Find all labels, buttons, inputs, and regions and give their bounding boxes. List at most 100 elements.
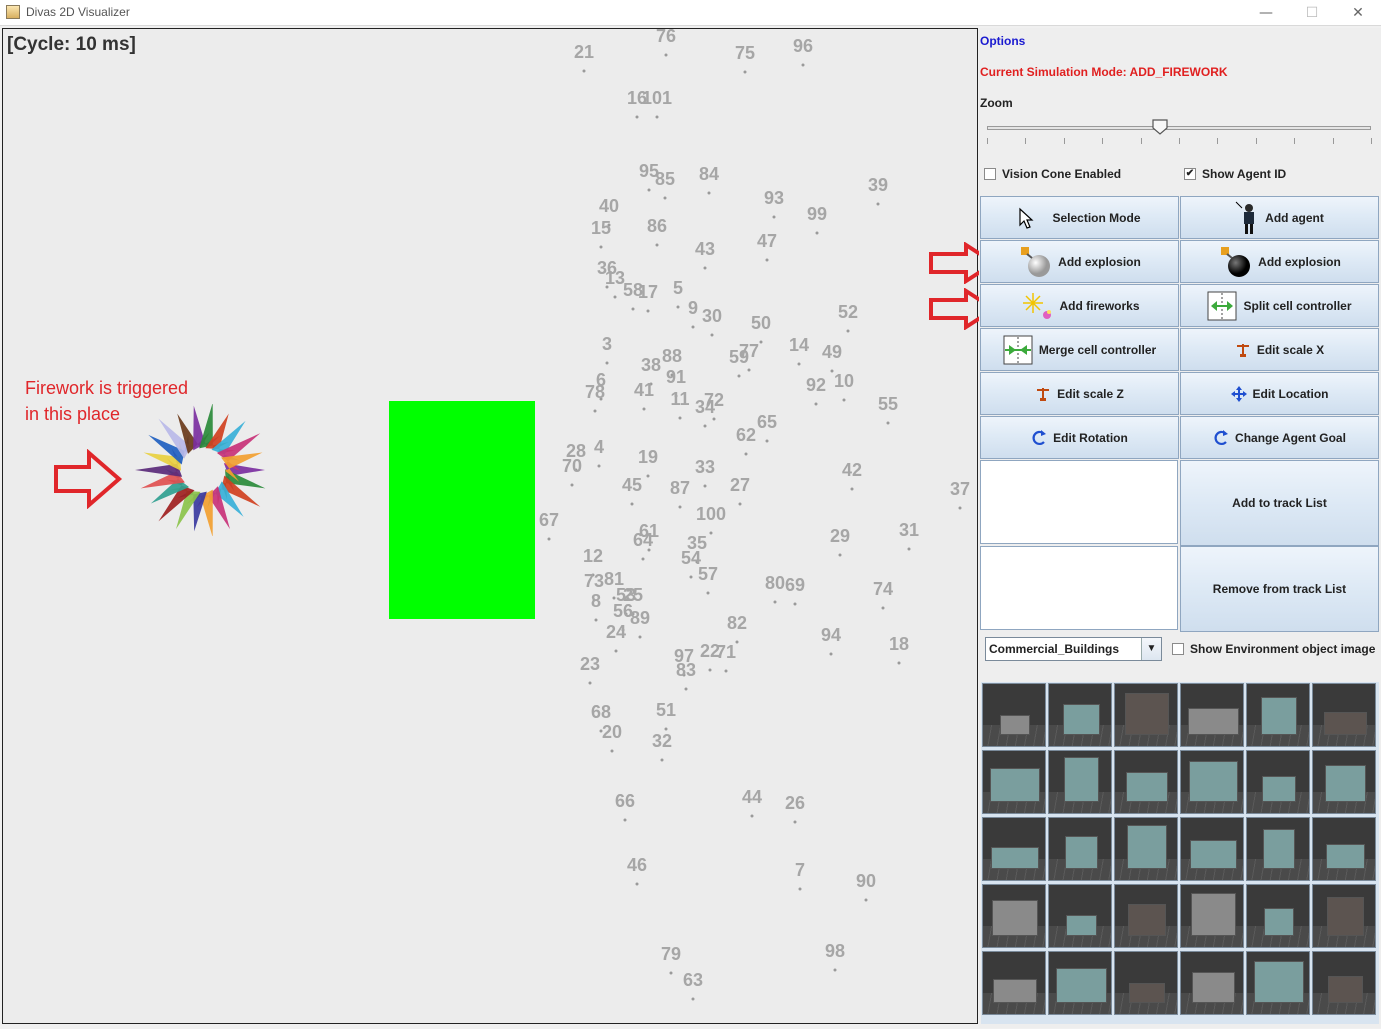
building-thumbnail[interactable] [1312,951,1376,1015]
edit-scale-x-button[interactable]: Edit scale X [1180,328,1379,371]
agent-marker[interactable] [797,362,801,366]
agent-marker[interactable] [747,368,751,372]
agent-marker[interactable] [815,231,819,235]
building-thumbnail[interactable] [1048,817,1112,881]
agent-marker[interactable] [613,295,617,299]
track-list-box-2[interactable] [980,546,1178,630]
agent-marker[interactable] [669,971,673,975]
green-cell-region[interactable] [389,401,535,619]
building-thumbnail[interactable] [1114,884,1178,948]
maximize-button[interactable]: ☐ [1289,0,1335,26]
building-thumbnail[interactable] [982,750,1046,814]
building-thumbnail[interactable] [982,683,1046,747]
agent-marker[interactable] [570,483,574,487]
agent-marker[interactable] [593,409,597,413]
edit-location-button[interactable]: Edit Location [1180,372,1379,415]
agent-marker[interactable] [691,997,695,1001]
building-thumbnail[interactable] [1180,817,1244,881]
agent-marker[interactable] [707,191,711,195]
building-thumbnail[interactable] [1246,884,1310,948]
building-thumbnail[interactable] [1180,750,1244,814]
agent-marker[interactable] [660,758,664,762]
agent-marker[interactable] [630,502,634,506]
agent-marker[interactable] [703,266,707,270]
agent-marker[interactable] [664,53,668,57]
agent-marker[interactable] [958,506,962,510]
vision-cone-box[interactable] [984,168,996,180]
show-agent-id-checkbox[interactable]: ✔ Show Agent ID [1184,167,1286,181]
show-agent-id-box[interactable]: ✔ [1184,168,1196,180]
building-thumbnail[interactable] [1048,951,1112,1015]
agent-marker[interactable] [801,63,805,67]
building-thumbnail[interactable] [1048,683,1112,747]
agent-marker[interactable] [814,402,818,406]
agent-marker[interactable] [881,606,885,610]
close-button[interactable]: ✕ [1335,0,1381,26]
agent-marker[interactable] [897,661,901,665]
edit-scale-z-button[interactable]: Edit scale Z [980,372,1179,415]
agent-marker[interactable] [547,537,551,541]
agent-marker[interactable] [678,416,682,420]
agent-marker[interactable] [850,487,854,491]
agent-marker[interactable] [829,652,833,656]
zoom-slider-thumb[interactable] [1152,119,1168,135]
agent-marker[interactable] [641,557,645,561]
agent-marker[interactable] [678,505,682,509]
agent-marker[interactable] [614,649,618,653]
chevron-down-icon[interactable]: ▼ [1141,638,1161,660]
track-list-box-1[interactable] [980,460,1178,544]
show-env-image-box[interactable] [1172,643,1184,655]
agent-marker[interactable] [744,452,748,456]
agent-marker[interactable] [691,325,695,329]
building-thumbnail[interactable] [982,951,1046,1015]
building-thumbnail[interactable] [1114,750,1178,814]
agent-marker[interactable] [907,547,911,551]
agent-marker[interactable] [708,668,712,672]
remove-from-track-list-button[interactable]: Remove from track List [1180,546,1379,632]
agent-marker[interactable] [706,591,710,595]
agent-marker[interactable] [646,474,650,478]
agent-marker[interactable] [838,553,842,557]
agent-marker[interactable] [703,484,707,488]
building-thumbnail[interactable] [1180,884,1244,948]
agent-marker[interactable] [588,681,592,685]
edit-rotation-button[interactable]: Edit Rotation [980,416,1179,459]
agent-marker[interactable] [750,814,754,818]
agent-marker[interactable] [655,243,659,247]
agent-marker[interactable] [765,439,769,443]
building-thumbnail[interactable] [1114,951,1178,1015]
agent-marker[interactable] [798,887,802,891]
building-thumbnail[interactable] [1180,683,1244,747]
agent-marker[interactable] [597,464,601,468]
agent-marker[interactable] [610,749,614,753]
agent-marker[interactable] [638,635,642,639]
building-thumbnail[interactable] [1312,750,1376,814]
add-explosion-white-button[interactable]: Add explosion [980,240,1179,283]
merge-cell-controller-button[interactable]: Merge cell controller [980,328,1179,371]
agent-marker[interactable] [631,307,635,311]
agent-marker[interactable] [599,245,603,249]
minimize-button[interactable]: — [1243,0,1289,26]
show-env-image-checkbox[interactable]: Show Environment object image [1172,642,1375,656]
add-to-track-list-button[interactable]: Add to track List [1180,460,1379,546]
agent-marker[interactable] [676,305,680,309]
agent-marker[interactable] [594,618,598,622]
building-thumbnail[interactable] [1246,683,1310,747]
change-agent-goal-button[interactable]: Change Agent Goal [1180,416,1379,459]
add-explosion-black-button[interactable]: Add explosion [1180,240,1379,283]
agent-marker[interactable] [772,215,776,219]
building-thumbnail[interactable] [1312,884,1376,948]
agent-marker[interactable] [689,575,693,579]
agent-marker[interactable] [724,669,728,673]
agent-marker[interactable] [759,340,763,344]
building-thumbnail[interactable] [1312,817,1376,881]
building-thumbnail[interactable] [1114,683,1178,747]
agent-marker[interactable] [623,818,627,822]
agent-marker[interactable] [635,115,639,119]
agent-marker[interactable] [793,602,797,606]
building-thumbnail[interactable] [1246,951,1310,1015]
add-agent-button[interactable]: Add agent [1180,196,1379,239]
zoom-slider[interactable] [987,126,1371,130]
building-thumbnail[interactable] [1246,750,1310,814]
agent-marker[interactable] [737,374,741,378]
